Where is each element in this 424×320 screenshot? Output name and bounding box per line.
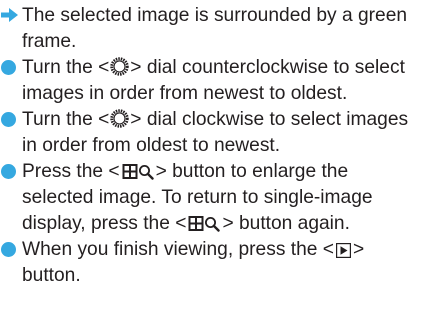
list-item: The selected image is surrounded by a gr… — [0, 3, 424, 55]
bullet-icon — [1, 112, 16, 127]
bullet-icon — [1, 60, 16, 75]
instruction-list: The selected image is surrounded by a gr… — [0, 3, 424, 289]
list-item: Turn the < > dial counterclockwise to se… — [0, 55, 424, 107]
item-text-before: Turn the < — [22, 57, 110, 78]
playback-icon — [335, 243, 351, 258]
list-item: When you finish viewing, press the < > b… — [0, 237, 424, 289]
bullet-icon — [1, 242, 16, 257]
index-magnify-icon — [188, 216, 221, 232]
item-text-before: When you finish viewing, press the < — [22, 239, 334, 260]
dial-icon — [110, 109, 129, 128]
item-text-before: Turn the < — [22, 109, 110, 130]
list-item: Press the < > button to enlarge the sele… — [0, 159, 424, 237]
item-text-after: > button again. — [222, 213, 350, 234]
dial-icon — [110, 57, 129, 76]
bullet-icon — [1, 164, 16, 179]
item-text-before: Press the < — [22, 161, 120, 182]
arrow-icon — [1, 8, 18, 22]
list-item: Turn the < > dial clockwise to select im… — [0, 107, 424, 159]
index-magnify-icon — [122, 164, 154, 180]
item-text: The selected image is surrounded by a gr… — [22, 5, 408, 52]
